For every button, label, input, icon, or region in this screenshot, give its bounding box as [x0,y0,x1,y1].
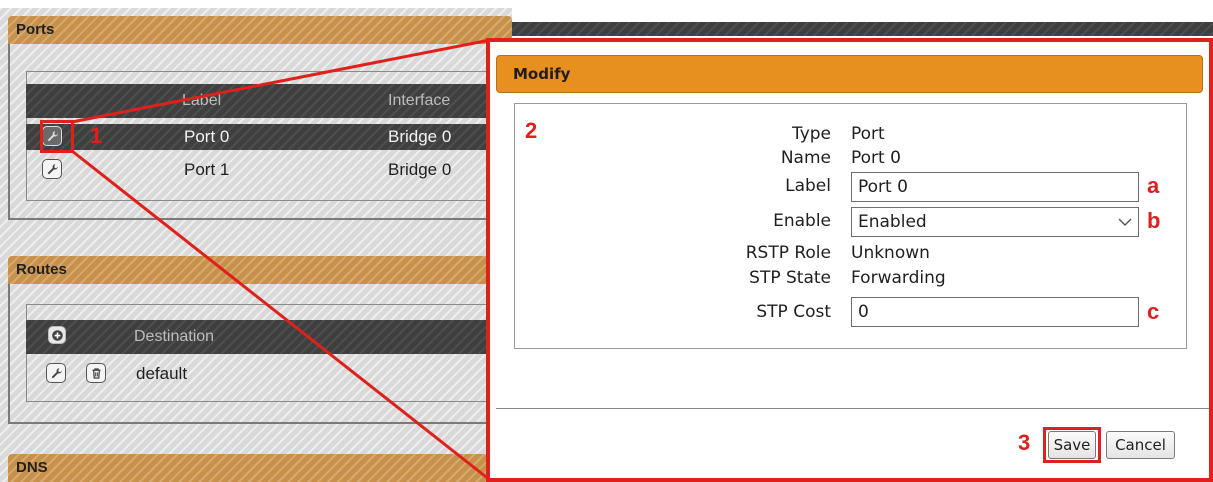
column-header-destination: Destination [134,328,215,345]
callout-3: 3 [1018,430,1031,455]
plus-circle-icon [51,329,63,341]
modify-form-panel: 2 Type Port Name Port 0 Label Port 0 a E… [514,103,1187,349]
dialog-footer-divider [496,408,1209,409]
callout-b: b [1147,208,1161,233]
trash-icon [91,367,101,379]
cancel-button[interactable]: Cancel [1106,431,1175,459]
modify-dialog-header: Modify [496,55,1203,93]
chevron-down-icon [1118,218,1132,226]
modify-dialog-title: Modify [513,65,571,83]
delete-route-button[interactable] [86,363,106,383]
edit-port-1-button[interactable] [42,159,62,179]
column-header-label: Label [182,92,222,109]
page-background-dark-strip [480,22,1213,36]
stp-state-value: Forwarding [851,268,946,288]
type-label: Type [791,124,831,144]
dns-section-header: DNS [8,454,512,482]
name-label: Name [780,148,831,168]
routes-table-header: Destination [26,320,512,354]
enable-label: Enable [773,211,831,231]
route-destination: default [136,364,188,383]
routes-section-header: Routes [8,256,512,284]
wrench-icon [51,367,62,378]
routes-section-body [8,284,512,424]
ports-section-title: Ports [16,21,55,38]
stp-state-label: STP State [749,268,831,288]
callout-1: 1 [90,123,103,148]
add-route-button[interactable] [48,326,66,344]
type-value: Port [851,124,885,144]
stp-cost-input[interactable]: 0 [851,297,1139,327]
column-header-interface: Interface [388,92,451,109]
callout-a: a [1147,173,1160,198]
wrench-icon [47,163,58,174]
edit-button-highlight [40,120,74,153]
dns-section-title: DNS [16,459,48,476]
rstp-role-value: Unknown [851,243,930,263]
ports-table-header: Label Interface [26,84,512,118]
ports-section-header: Ports [8,16,512,44]
edit-route-button[interactable] [46,363,66,383]
port-1-label: Port 1 [184,160,230,179]
routes-section-title: Routes [16,261,67,278]
label-input[interactable]: Port 0 [851,172,1139,202]
label-field-label: Label [785,176,831,196]
modify-dialog: Modify 2 Type Port Name Port 0 Label Por… [486,38,1213,482]
save-button[interactable]: Save [1048,431,1096,459]
port-1-interface: Bridge 0 [388,160,452,179]
callout-c: c [1147,299,1160,324]
enable-select-value: Enabled [858,212,927,232]
enable-select[interactable]: Enabled [851,207,1139,237]
name-value: Port 0 [851,148,901,168]
port-0-label: Port 0 [184,127,230,146]
table-row-port-1[interactable]: Port 1 Bridge 0 [26,157,512,183]
stp-cost-label: STP Cost [756,302,831,322]
rstp-role-label: RSTP Role [745,243,831,263]
table-row-route-default[interactable]: default [26,361,512,387]
port-0-interface: Bridge 0 [388,127,452,146]
